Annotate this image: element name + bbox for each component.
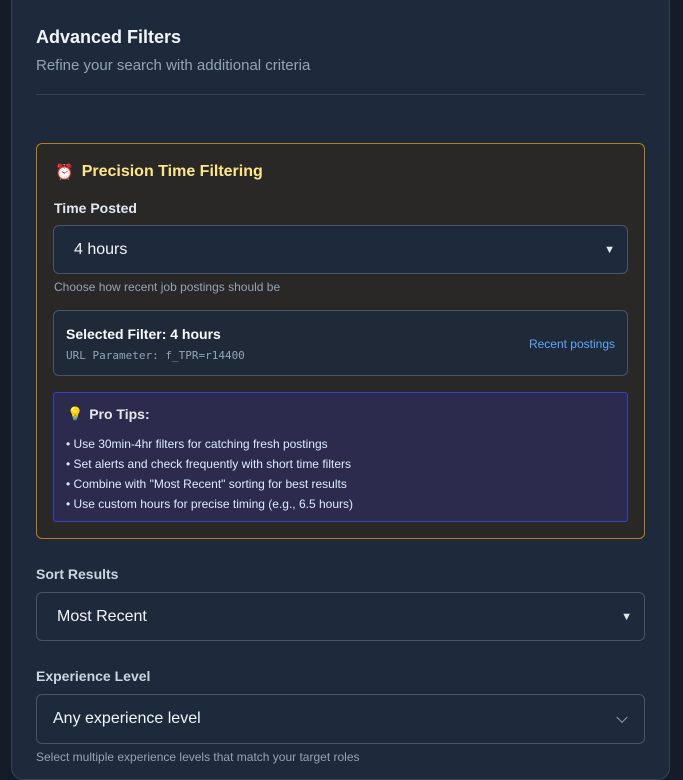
pro-tips-title: Pro Tips: bbox=[89, 406, 150, 422]
list-item: • Combine with "Most Recent" sorting for… bbox=[66, 477, 347, 491]
alarm-clock-icon: ⏰ bbox=[55, 164, 74, 181]
list-item: • Use custom hours for precise timing (e… bbox=[66, 497, 353, 511]
pro-tips-list: • Use 30min-4hr filters for catching fre… bbox=[66, 434, 353, 514]
sort-results-select[interactable]: Most Recent ▼ bbox=[36, 592, 645, 641]
sort-results-label: Sort Results bbox=[36, 566, 119, 582]
url-parameter-text: URL Parameter: f_TPR=r14400 bbox=[66, 349, 245, 362]
experience-level-help: Select multiple experience levels that m… bbox=[36, 750, 360, 764]
precision-title: Precision Time Filtering bbox=[81, 163, 263, 180]
panel-subtitle: Refine your search with additional crite… bbox=[36, 57, 311, 74]
sort-results-value: Most Recent bbox=[57, 607, 147, 625]
time-posted-select[interactable]: 4 hours ▼ bbox=[53, 225, 628, 274]
recent-postings-link[interactable]: Recent postings bbox=[529, 337, 615, 351]
header-divider bbox=[36, 94, 645, 95]
lightbulb-icon: 💡 bbox=[67, 406, 84, 421]
selected-filter-text: Selected Filter: 4 hours bbox=[66, 326, 221, 342]
pro-tips-box: 💡 Pro Tips: • Use 30min-4hr filters for … bbox=[53, 392, 628, 522]
list-item: • Set alerts and check frequently with s… bbox=[66, 457, 351, 471]
chevron-down-icon bbox=[616, 711, 628, 724]
panel-title: Advanced Filters bbox=[36, 27, 182, 47]
precision-time-section: ⏰ Precision Time Filtering Time Posted 4… bbox=[36, 143, 645, 539]
experience-level-select[interactable]: Any experience level bbox=[36, 694, 645, 744]
chevron-down-icon: ▼ bbox=[621, 610, 632, 623]
experience-level-value: Any experience level bbox=[53, 710, 201, 727]
precision-heading: ⏰ Precision Time Filtering bbox=[55, 163, 263, 181]
panel-header: Advanced Filters Refine your search with… bbox=[36, 26, 645, 76]
time-posted-help: Choose how recent job postings should be bbox=[54, 280, 281, 294]
time-posted-label: Time Posted bbox=[54, 200, 137, 216]
experience-level-label: Experience Level bbox=[36, 668, 151, 684]
selected-filter-box: Selected Filter: 4 hours URL Parameter: … bbox=[53, 310, 628, 376]
chevron-down-icon: ▼ bbox=[604, 243, 615, 256]
list-item: • Use 30min-4hr filters for catching fre… bbox=[66, 437, 328, 451]
pro-tips-heading: 💡 Pro Tips: bbox=[67, 406, 150, 422]
time-posted-value: 4 hours bbox=[74, 240, 128, 258]
